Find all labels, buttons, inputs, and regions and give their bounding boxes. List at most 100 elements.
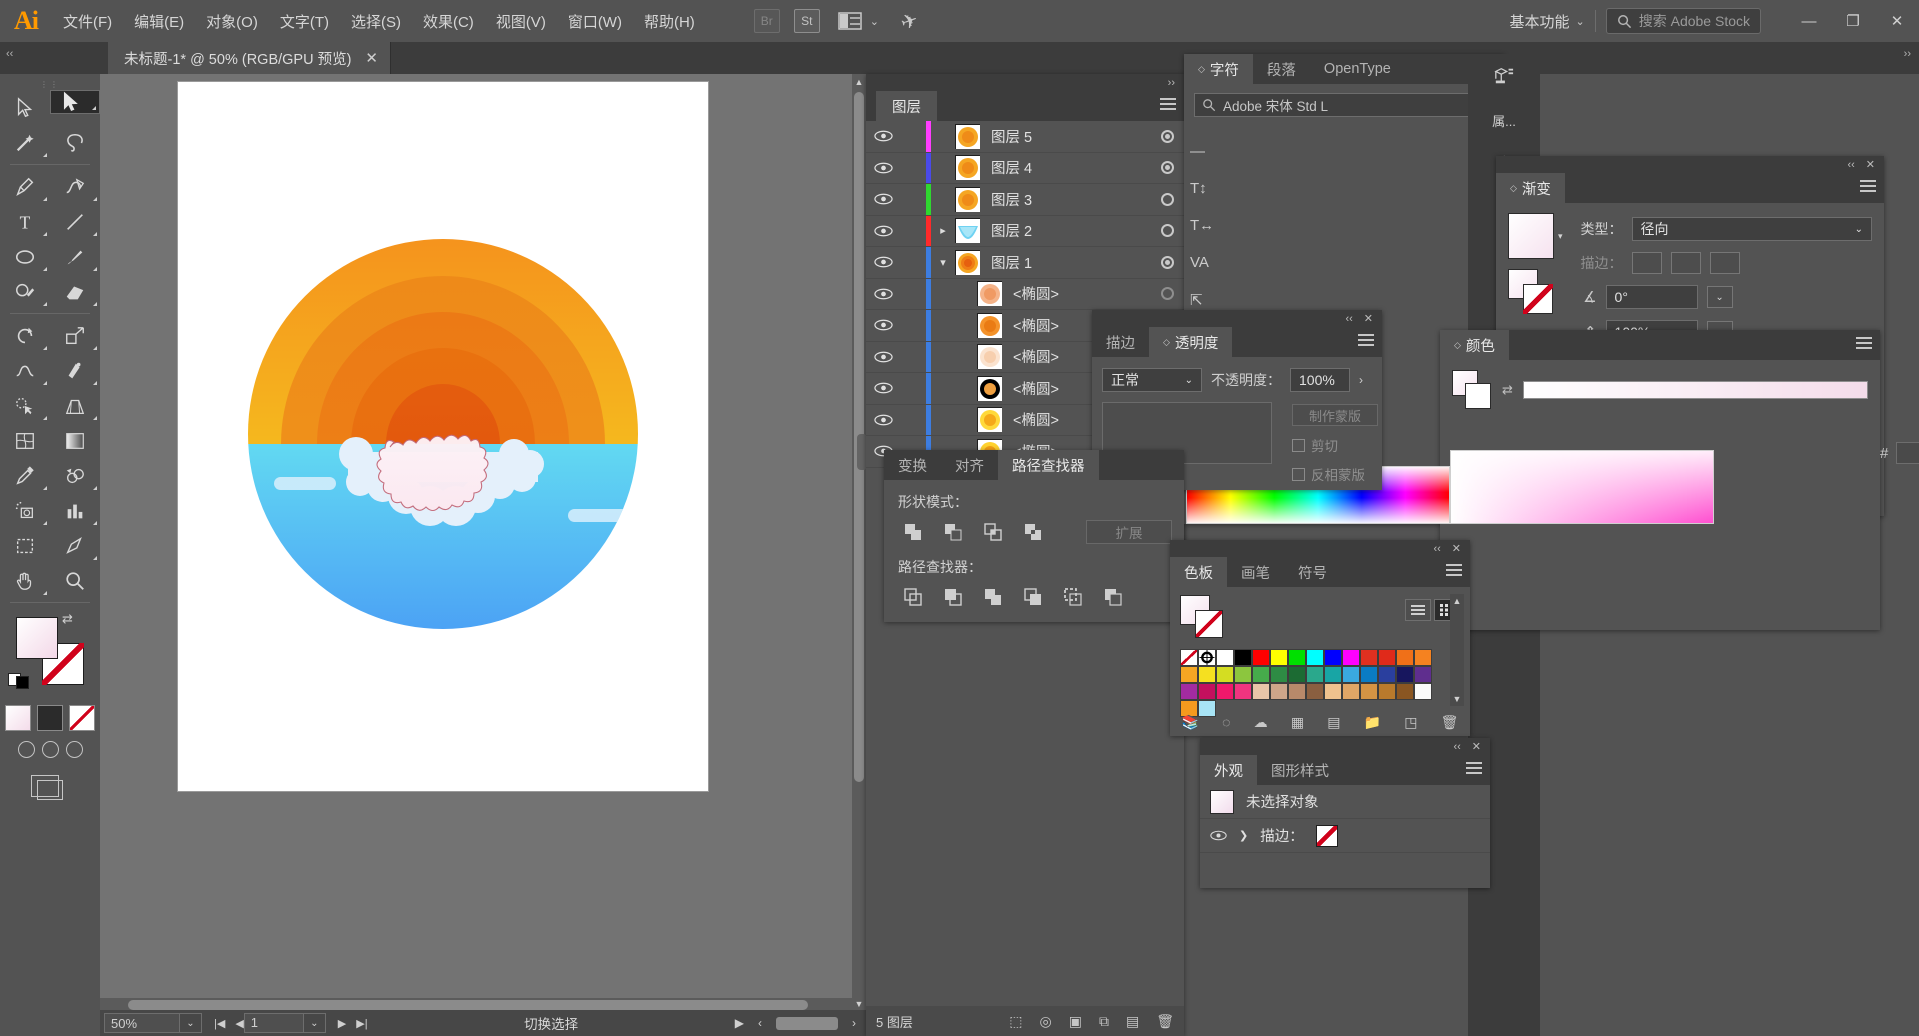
gradient-stroke-across-button[interactable]: [1709, 252, 1740, 274]
rail-properties-label[interactable]: 属...: [1468, 99, 1540, 140]
gradient-collapse-icon[interactable]: ‹‹: [1847, 159, 1854, 171]
swatches-close-icon[interactable]: ✕: [1452, 542, 1461, 555]
crop-button[interactable]: [1018, 584, 1048, 610]
swatch-cell[interactable]: [1378, 649, 1396, 666]
ellipse-tool[interactable]: [0, 239, 50, 274]
swatch-cell[interactable]: [1252, 666, 1270, 683]
swatch-cell[interactable]: [1180, 649, 1198, 666]
draw-behind-button[interactable]: [41, 741, 59, 758]
tab-layers[interactable]: 图层: [876, 91, 937, 121]
release-icon[interactable]: ▣: [1069, 1013, 1082, 1030]
exclude-button[interactable]: [1018, 519, 1048, 545]
collapse-right-icon[interactable]: ››: [1904, 48, 1911, 60]
arrange-chevron-down-icon[interactable]: ⌄: [870, 15, 879, 28]
menu-file[interactable]: 文件(F): [52, 0, 123, 42]
layers-collapse-icon[interactable]: ››: [1168, 77, 1175, 89]
swatch-cell[interactable]: [1306, 649, 1324, 666]
artboard-tool[interactable]: [0, 528, 50, 563]
gradient-angle-field[interactable]: 0°: [1605, 285, 1698, 309]
width-tool[interactable]: [0, 353, 50, 388]
scale-tool[interactable]: [50, 318, 100, 353]
font-size-icon[interactable]: —: [1190, 143, 1504, 160]
swatch-cell[interactable]: [1324, 649, 1342, 666]
scroll-up-arrow-icon[interactable]: ▲: [852, 74, 866, 90]
swatch-cell[interactable]: [1342, 683, 1360, 700]
layers-panel-menu-icon[interactable]: [1160, 98, 1176, 113]
layer-target-icon[interactable]: [1150, 161, 1184, 175]
clip-checkbox[interactable]: [1292, 438, 1305, 452]
screen-mode-button[interactable]: [0, 775, 100, 800]
clip-checkbox-row[interactable]: 剪切: [1292, 435, 1378, 455]
tab-pathfinder[interactable]: 路径查找器: [998, 450, 1099, 480]
menu-edit[interactable]: 编辑(E): [123, 0, 195, 42]
type-tool[interactable]: T: [0, 204, 50, 239]
swatch-cell[interactable]: [1396, 666, 1414, 683]
font-family-field[interactable]: Adobe 宋体 Std L ⌄: [1194, 93, 1494, 117]
transparency-collapse-icon[interactable]: ‹‹: [1345, 313, 1352, 325]
layer-row[interactable]: 图层 3: [866, 184, 1184, 216]
make-mask-button[interactable]: 制作蒙版: [1292, 404, 1378, 426]
color-ramp[interactable]: [1522, 381, 1868, 399]
delete-layer-icon[interactable]: 🗑: [1156, 1013, 1174, 1030]
layer-row[interactable]: 图层 4: [866, 152, 1184, 184]
menu-help[interactable]: 帮助(H): [633, 0, 706, 42]
color-panel-menu-icon[interactable]: [1856, 337, 1872, 352]
swatch-cell[interactable]: [1198, 649, 1216, 666]
new-swatch-icon[interactable]: ◳: [1404, 714, 1417, 731]
free-transform-tool[interactable]: [50, 353, 100, 388]
rail-properties[interactable]: [1468, 54, 1540, 99]
layer-visibility-icon[interactable]: [866, 414, 900, 426]
status-expand-icon[interactable]: ▶: [735, 1016, 744, 1030]
window-restore-button[interactable]: ❐: [1831, 0, 1875, 42]
appearance-stroke-row[interactable]: ❯ 描边：: [1200, 819, 1490, 853]
gradient-stroke-within-button[interactable]: [1631, 252, 1662, 274]
minus-back-button[interactable]: [1098, 584, 1128, 610]
layer-row[interactable]: 图层 5: [866, 121, 1184, 153]
swatches-scrollbar[interactable]: ▲ ▼: [1450, 594, 1464, 706]
swatch-cell[interactable]: [1270, 649, 1288, 666]
layer-visibility-icon[interactable]: [866, 256, 900, 268]
menu-window[interactable]: 窗口(W): [557, 0, 633, 42]
swatch-cell[interactable]: [1414, 683, 1432, 700]
gradient-preset-chevron-down-icon[interactable]: ▾: [1558, 231, 1563, 242]
tracking-icon[interactable]: T↔: [1190, 217, 1504, 234]
unite-button[interactable]: [898, 519, 928, 545]
swap-fill-stroke-icon[interactable]: ⇄: [62, 611, 73, 627]
status-prev-icon[interactable]: ‹: [758, 1016, 762, 1030]
selection-tool[interactable]: [0, 90, 50, 125]
current-fill-swatch[interactable]: [1180, 595, 1223, 638]
tab-paragraph[interactable]: 段落: [1252, 54, 1310, 84]
delete-swatch-icon[interactable]: 🗑: [1441, 714, 1459, 731]
rocket-icon[interactable]: ✈: [897, 6, 921, 35]
gradient-preview-swatch[interactable]: [1508, 213, 1554, 259]
shaper-tool[interactable]: [0, 274, 50, 309]
tab-graphic-styles[interactable]: 图形样式: [1257, 755, 1343, 785]
swatch-cell[interactable]: [1234, 649, 1252, 666]
color-swap-icon[interactable]: ⇄: [1502, 382, 1513, 398]
new-layer-icon[interactable]: ▤: [1126, 1013, 1139, 1030]
swatches-list-view-button[interactable]: [1405, 599, 1431, 621]
layer-visibility-icon[interactable]: [866, 130, 900, 142]
canvas-area[interactable]: ▲ ▼: [100, 74, 867, 1036]
swatch-cell[interactable]: [1270, 666, 1288, 683]
swatch-cell[interactable]: [1288, 666, 1306, 683]
swatch-cell[interactable]: [1198, 666, 1216, 683]
zoom-level-field[interactable]: 50%: [104, 1013, 180, 1033]
artboard-number-field[interactable]: 1: [243, 1013, 304, 1033]
horizontal-scroll-thumb[interactable]: [128, 1000, 808, 1010]
swatch-cell[interactable]: [1270, 683, 1288, 700]
column-graph-tool[interactable]: [50, 493, 100, 528]
intersect-button[interactable]: [978, 519, 1008, 545]
hand-tool[interactable]: [0, 563, 50, 598]
vertical-scale-icon[interactable]: VA: [1190, 254, 1504, 271]
layer-row[interactable]: ▾ 图层 1: [866, 247, 1184, 279]
layer-visibility-icon[interactable]: [866, 351, 900, 363]
menu-object[interactable]: 对象(O): [195, 0, 269, 42]
swatch-cell[interactable]: [1306, 666, 1324, 683]
tab-transparency[interactable]: ◇ 透明度: [1149, 327, 1233, 357]
status-next-icon[interactable]: ›: [852, 1016, 856, 1030]
swatch-cell[interactable]: [1252, 649, 1270, 666]
artboard[interactable]: [178, 82, 708, 791]
pen-tool[interactable]: [0, 169, 50, 204]
layer-name[interactable]: 图层 5: [980, 126, 1150, 147]
